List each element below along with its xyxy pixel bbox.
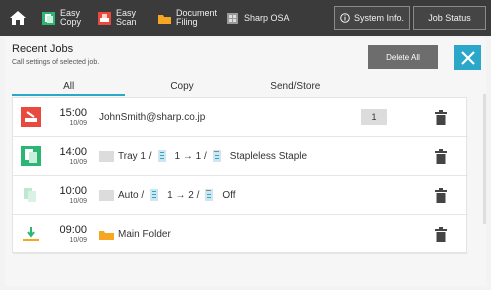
duplex-icon [150, 188, 159, 201]
job-time: 10:00 [59, 185, 87, 197]
trash-icon[interactable] [434, 227, 448, 242]
trash-icon[interactable] [434, 110, 448, 125]
staple-icon [212, 149, 221, 162]
easy-scan-icon [98, 11, 111, 25]
close-button[interactable] [454, 45, 481, 70]
job-time: 09:00 [59, 224, 87, 236]
paper-tray-icon [99, 189, 114, 201]
email-scan-icon [21, 107, 41, 127]
job-date: 10/09 [69, 198, 87, 205]
trash-icon[interactable] [434, 188, 448, 203]
page-title: Recent Jobs [12, 43, 74, 55]
job-row[interactable]: 15:00 10/09 JohnSmith@sharp.co.jp 1 [13, 98, 468, 137]
job-status-button[interactable]: Job Status [413, 6, 486, 30]
screen: Easy Copy Easy Scan Document Filing Shar… [0, 0, 491, 290]
duplex-mode: 1 → 2 / [167, 189, 200, 201]
home-icon [10, 11, 26, 25]
job-row[interactable]: 10:00 10/09 Auto / 1 → 2 / Off [13, 176, 468, 215]
tab-send-store[interactable]: Send/Store [239, 79, 352, 96]
easy-copy-button[interactable]: Easy Copy [36, 0, 92, 36]
job-row[interactable]: 14:00 10/09 Tray 1 / 1 → 1 / Stapleless … [13, 137, 468, 176]
home-button[interactable] [0, 0, 36, 36]
easy-copy-label: Easy Copy [60, 8, 82, 27]
finishing-mode: Off [222, 189, 236, 201]
close-icon [460, 50, 475, 65]
finishing-mode: Stapleless Staple [229, 150, 308, 162]
copy-job-icon-faded [24, 188, 36, 202]
tab-all[interactable]: All [12, 79, 126, 96]
trash-icon[interactable] [434, 149, 448, 164]
folder-name: Main Folder [118, 228, 171, 240]
paper-source: Auto / [118, 189, 145, 201]
sharp-osa-icon [227, 12, 238, 24]
document-filing-icon [158, 14, 171, 24]
job-date: 10/09 [69, 159, 87, 166]
system-info-button[interactable]: System Info. [334, 6, 410, 30]
easy-copy-icon [42, 11, 55, 25]
job-row[interactable]: 09:00 10/09 Main Folder [13, 215, 468, 254]
job-time: 15:00 [59, 107, 87, 119]
job-destination: JohnSmith@sharp.co.jp [99, 111, 206, 123]
filter-tabs: All Copy Send/Store [12, 79, 352, 96]
page-subtitle: Call settings of selected job. [12, 59, 100, 66]
copy-count-badge: 1 [361, 109, 387, 125]
sharp-osa-button[interactable]: Sharp OSA [220, 0, 298, 36]
sharp-osa-label: Sharp OSA [244, 12, 290, 23]
document-filing-label: Document Filing [176, 8, 218, 27]
info-icon [340, 13, 350, 23]
duplex-mode: 1 → 1 / [174, 150, 207, 162]
copy-job-icon [21, 146, 41, 166]
top-bar: Easy Copy Easy Scan Document Filing Shar… [0, 0, 491, 36]
job-date: 10/09 [69, 237, 87, 244]
job-list: 15:00 10/09 JohnSmith@sharp.co.jp 1 14:0… [12, 97, 468, 254]
paper-tray-icon [99, 150, 114, 162]
easy-scan-label: Easy Scan [116, 8, 137, 27]
staple-icon [205, 188, 214, 201]
paper-source: Tray 1 / [118, 150, 152, 162]
duplex-icon [157, 149, 166, 162]
job-date: 10/09 [69, 120, 87, 127]
easy-scan-button[interactable]: Easy Scan [92, 0, 152, 36]
store-job-icon [23, 227, 39, 241]
scrollbar[interactable] [483, 94, 486, 224]
job-time: 14:00 [59, 146, 87, 158]
system-info-label: System Info. [353, 13, 405, 23]
document-filing-button[interactable]: Document Filing [152, 0, 220, 36]
recent-jobs-panel: Recent Jobs Call settings of selected jo… [5, 38, 486, 286]
delete-all-button[interactable]: Delete All [368, 45, 438, 69]
tab-copy[interactable]: Copy [125, 79, 238, 96]
folder-icon [99, 230, 114, 240]
job-status-label: Job Status [428, 13, 471, 23]
